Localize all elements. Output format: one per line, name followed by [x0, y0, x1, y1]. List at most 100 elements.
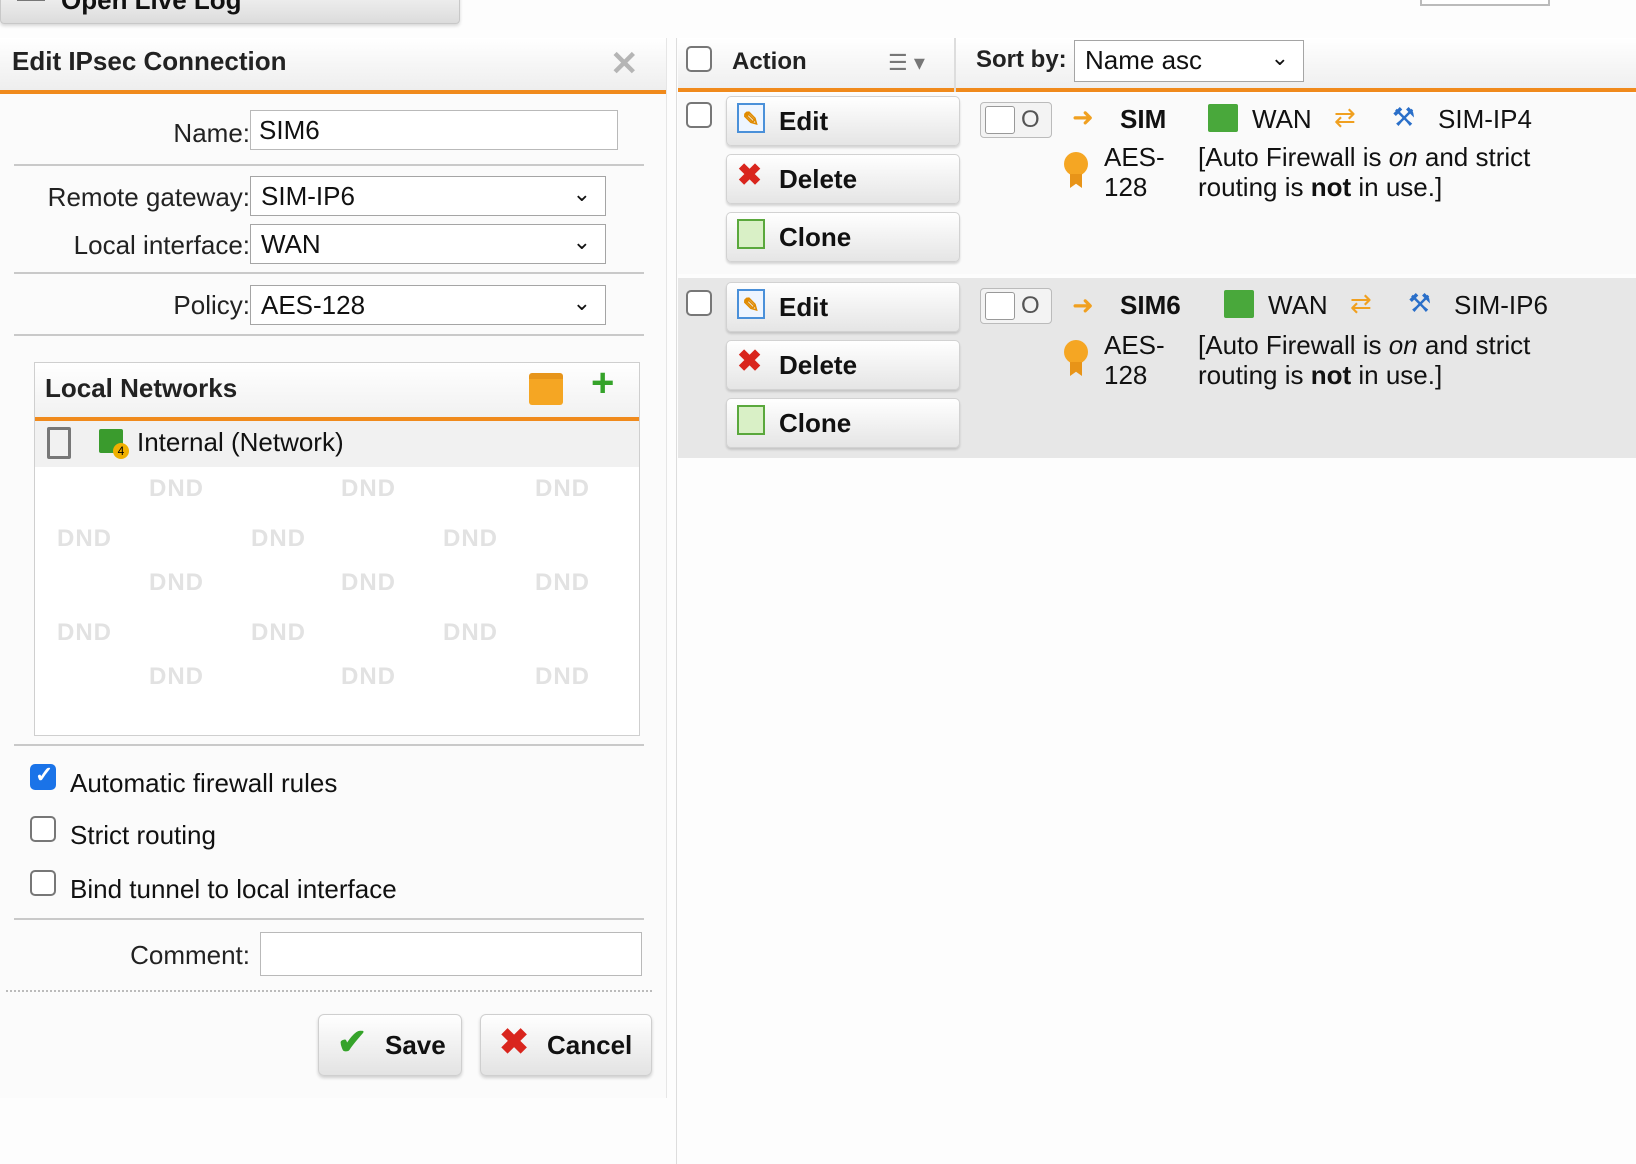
dnd-watermark: DND [251, 525, 306, 552]
list-menu-icon[interactable]: ☰ ▾ [888, 50, 925, 76]
row-description: [Auto Firewall is on and strict routing i… [1198, 330, 1530, 390]
gateway-icon: ⚒ [1408, 288, 1432, 318]
desc-emph: on [1388, 142, 1418, 172]
desc-text: and strict [1417, 142, 1531, 172]
dnd-watermark: DND [443, 619, 498, 646]
policy-select[interactable]: AES-128 ⌄ [250, 285, 606, 325]
dnd-watermark: DND [149, 569, 204, 596]
toggle-knob [985, 292, 1015, 320]
dnd-watermark: DND [57, 525, 112, 552]
network-label: Internal (Network) [137, 427, 344, 457]
desc-strong: not [1310, 172, 1352, 202]
dnd-watermark: DND [341, 475, 396, 502]
edit-button[interactable]: ✎ Edit [726, 282, 960, 332]
folder-icon[interactable] [529, 373, 563, 405]
list-item[interactable]: 4 Internal (Network) [35, 421, 639, 467]
network-icon: 4 [99, 429, 129, 459]
enable-toggle[interactable]: O [980, 288, 1052, 324]
policy-line1: AES- [1104, 330, 1165, 360]
remote-gateway-label: Remote gateway: [47, 182, 250, 212]
open-live-log-button[interactable]: Open Live Log [0, 0, 460, 24]
save-label: Save [385, 1030, 446, 1060]
policy-label: Policy: [173, 290, 250, 320]
top-right-field[interactable] [1420, 0, 1550, 6]
row-checkbox[interactable] [686, 290, 712, 316]
remote-gateway-select[interactable]: SIM-IP6 ⌄ [250, 176, 606, 216]
local-networks-header: Local Networks + [35, 361, 639, 421]
open-live-log-label: Open Live Log [61, 0, 242, 15]
close-icon[interactable]: ✕ [610, 44, 639, 84]
select-all-checkbox[interactable] [686, 46, 712, 72]
interface-label: WAN [1252, 104, 1312, 134]
add-icon[interactable]: + [591, 361, 614, 406]
local-networks-box: Local Networks + 4 Internal (Network) DN… [34, 361, 640, 736]
local-interface-value: WAN [261, 229, 321, 259]
auto-firewall-label: Automatic firewall rules [70, 768, 338, 798]
local-interface-select[interactable]: WAN ⌄ [250, 224, 606, 264]
policy-line1: AES- [1104, 142, 1165, 172]
gateway-label: SIM-IP4 [1438, 104, 1532, 134]
name-label: Name: [173, 118, 250, 148]
gateway-label: SIM-IP6 [1454, 290, 1548, 320]
policy-icon [1064, 152, 1088, 176]
dotted-divider [6, 990, 652, 992]
delete-button[interactable]: ✖ Delete [726, 154, 960, 204]
strict-routing-checkbox[interactable] [30, 816, 56, 842]
toggle-off-icon: O [1021, 106, 1040, 133]
delete-icon: ✖ [737, 159, 763, 192]
dialog-header: Edit IPsec Connection ✕ [0, 38, 666, 94]
divider [14, 334, 644, 336]
save-button[interactable]: ✔ Save [318, 1014, 462, 1076]
edit-label: Edit [779, 106, 829, 136]
clone-button[interactable]: Clone [726, 398, 960, 448]
enable-toggle[interactable]: O [980, 102, 1052, 138]
chevron-down-icon: ⌄ [572, 181, 591, 206]
clone-button[interactable]: Clone [726, 212, 960, 262]
divider [14, 272, 644, 274]
remote-gateway-value: SIM-IP6 [261, 181, 355, 211]
sort-select[interactable]: Name asc ⌄ [1074, 40, 1304, 82]
dnd-watermark: DND [535, 475, 590, 502]
cancel-label: Cancel [547, 1030, 633, 1060]
dnd-watermark: DND [341, 663, 396, 690]
chevron-down-icon: ⌄ [572, 290, 591, 315]
edit-icon: ✎ [737, 289, 765, 319]
delete-button[interactable]: ✖ Delete [726, 340, 960, 390]
chevron-down-icon: ⌄ [1270, 45, 1289, 70]
desc-text: in use.] [1351, 172, 1443, 202]
comment-input[interactable] [260, 932, 642, 976]
row-description: [Auto Firewall is on and strict routing i… [1198, 142, 1530, 202]
desc-text: [Auto Firewall is [1198, 330, 1389, 360]
cancel-button[interactable]: ✖ Cancel [480, 1014, 652, 1076]
auto-firewall-checkbox[interactable] [30, 762, 56, 790]
log-icon [17, 0, 45, 1]
divider [14, 744, 644, 746]
bind-tunnel-label: Bind tunnel to local interface [70, 874, 397, 904]
edit-button[interactable]: ✎ Edit [726, 96, 960, 146]
policy-line2: 128 [1104, 172, 1148, 202]
check-icon: ✔ [337, 1021, 368, 1062]
policy-text: AES- 128 [1104, 142, 1165, 202]
delete-icon: ✖ [737, 345, 763, 378]
row-checkbox[interactable] [686, 102, 712, 128]
dnd-watermark: DND [149, 475, 204, 502]
strict-routing-label: Strict routing [70, 820, 216, 850]
dnd-watermark: DND [57, 619, 112, 646]
toggle-off-icon: O [1021, 292, 1040, 319]
connection-name: SIM6 [1120, 290, 1181, 320]
chevron-down-icon: ⌄ [572, 229, 591, 254]
name-input[interactable] [250, 110, 618, 150]
close-icon: ✖ [499, 1021, 530, 1062]
policy-text: AES- 128 [1104, 330, 1165, 390]
toggle-knob [985, 106, 1015, 134]
desc-text: routing is [1198, 172, 1311, 202]
bind-tunnel-checkbox[interactable] [30, 870, 56, 896]
trash-icon[interactable] [47, 427, 71, 459]
desc-strong: not [1310, 360, 1352, 390]
connection-icon: ➜ [1072, 102, 1094, 132]
interface-icon [1208, 104, 1238, 132]
policy-line2: 128 [1104, 360, 1148, 390]
clone-icon [737, 405, 765, 435]
dnd-watermark: DND [251, 619, 306, 646]
header-divider [954, 38, 956, 92]
